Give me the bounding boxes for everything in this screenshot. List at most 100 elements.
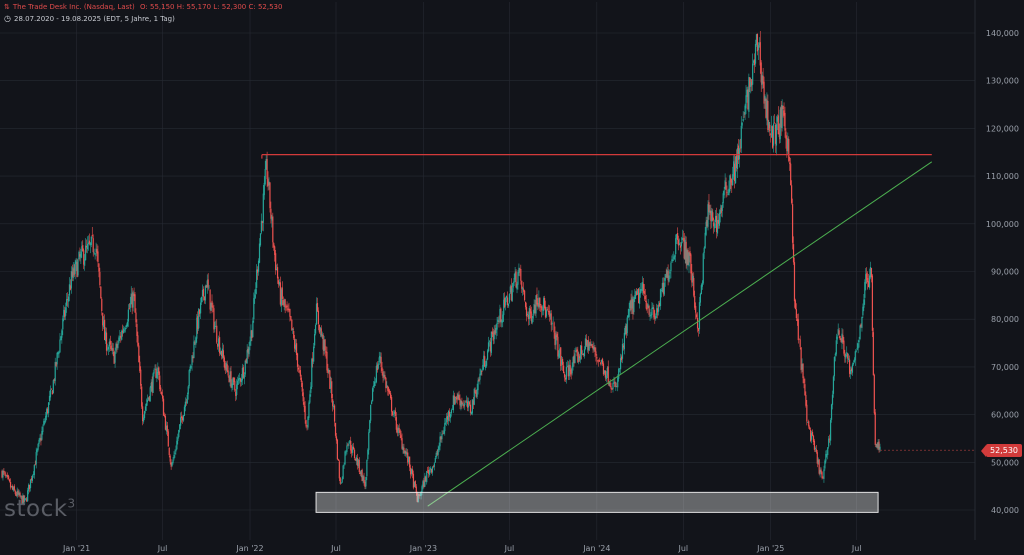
candle-body <box>699 293 702 303</box>
candle-body <box>696 314 698 318</box>
candle-body <box>149 387 151 402</box>
candle-body <box>343 464 345 466</box>
candle-body <box>262 193 264 223</box>
candle-body <box>292 329 294 330</box>
candle-body <box>276 267 279 279</box>
candle-body <box>162 398 165 416</box>
candle-body <box>791 204 794 243</box>
candle-body <box>253 298 255 320</box>
candle-body <box>487 342 490 352</box>
candle-body <box>754 44 757 64</box>
candle-body <box>44 421 46 423</box>
candle-body <box>392 414 395 416</box>
candle-body <box>371 401 373 405</box>
candle-body <box>873 374 875 414</box>
candle-body <box>180 417 182 426</box>
candle-body <box>337 459 339 461</box>
x-tick-label: Jan '21 <box>62 544 90 553</box>
candle-body <box>511 288 513 301</box>
candle-body <box>802 363 804 379</box>
candle-body <box>367 449 369 460</box>
candle-body <box>520 268 522 281</box>
candle-body <box>797 319 799 341</box>
candle-body <box>846 352 848 354</box>
candle-body <box>14 491 16 495</box>
candle-body <box>872 332 874 376</box>
candle-body <box>486 360 488 366</box>
candle-body <box>759 42 761 66</box>
candle-body <box>638 292 641 304</box>
x-tick-label: Jan '22 <box>235 544 263 553</box>
candle-body <box>90 236 92 246</box>
candle-body <box>272 216 274 243</box>
candle-body <box>352 446 355 450</box>
candle-body <box>304 406 306 420</box>
candle-body <box>486 350 489 360</box>
candle-body <box>879 446 881 450</box>
candle-body <box>769 124 771 132</box>
candle-body <box>426 470 428 483</box>
candle-body <box>8 476 10 479</box>
candle-body <box>821 472 823 478</box>
candle-body <box>258 243 261 263</box>
header-range-line: ◷ 28.07.2020 - 19.08.2025 (EDT, 5 Jahre, … <box>4 14 175 23</box>
candle-body <box>297 367 300 370</box>
candle-body <box>468 402 471 405</box>
y-tick-label: 100,000 <box>986 220 1019 229</box>
price-chart[interactable]: 40,000 50,000 60,000 70,000 80,000 90,000 100,… <box>0 0 1024 555</box>
annotations <box>261 154 975 513</box>
candle-body <box>600 362 602 364</box>
candle-body <box>449 413 452 419</box>
candle-body <box>626 317 628 333</box>
candle-body <box>434 457 436 463</box>
candle-body <box>4 472 6 474</box>
candle-body <box>601 358 604 365</box>
candle-body <box>202 288 205 297</box>
candle-body <box>188 370 190 387</box>
candle-body <box>38 439 40 444</box>
candle-body <box>369 420 371 432</box>
candle-body <box>126 321 129 327</box>
candle-body <box>820 469 822 473</box>
candle-body <box>556 333 558 338</box>
candle-body <box>571 366 573 374</box>
candle-body <box>176 440 178 450</box>
candle-body <box>244 360 246 375</box>
candle-body <box>94 253 96 255</box>
candle-body <box>332 399 334 407</box>
y-tick-label: 140,000 <box>986 29 1019 38</box>
candle-body <box>583 349 586 357</box>
candle-body <box>222 350 225 358</box>
candle-body <box>259 233 262 246</box>
candle-body <box>91 235 93 237</box>
y-tick-label: 130,000 <box>986 77 1019 86</box>
candle-body <box>399 430 401 436</box>
candle-body <box>145 403 148 407</box>
candle-body <box>450 410 453 414</box>
candle-body <box>293 330 295 339</box>
candle-body <box>502 314 504 323</box>
candle-body <box>693 277 695 296</box>
candle-body <box>690 254 692 274</box>
candle-body <box>314 333 316 346</box>
candle-body <box>507 303 510 307</box>
candle-body <box>726 192 728 193</box>
candle-body <box>167 431 169 447</box>
candle-body <box>308 402 310 418</box>
candle-body <box>400 435 402 438</box>
candle-body <box>524 301 527 308</box>
candle-body <box>358 460 360 473</box>
candle-body <box>199 302 202 314</box>
candle-body <box>309 394 311 403</box>
candle-body <box>858 340 860 342</box>
candle-body <box>248 347 250 355</box>
x-tick-label: Jul <box>851 544 862 553</box>
candle-body <box>539 297 541 306</box>
candle-body <box>317 310 320 325</box>
candle-body <box>326 351 328 371</box>
candle-body <box>674 255 676 257</box>
candle-body <box>381 367 383 371</box>
candle-body <box>350 441 352 451</box>
candle-body <box>166 425 168 432</box>
candle-body <box>784 112 786 131</box>
